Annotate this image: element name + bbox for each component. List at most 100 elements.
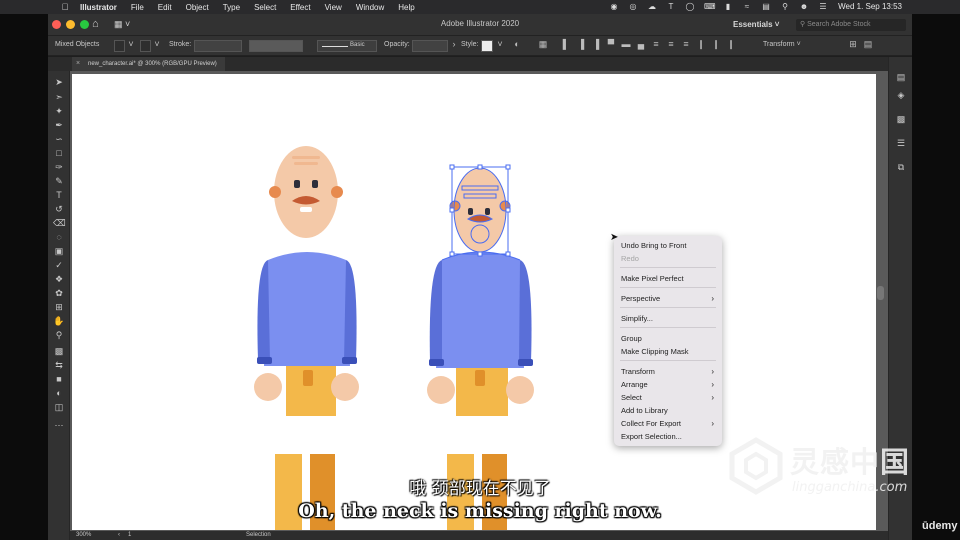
magic-wand-icon[interactable]: ✦ bbox=[53, 105, 65, 117]
apple-icon[interactable]:  bbox=[58, 2, 72, 12]
menu-window[interactable]: Window bbox=[356, 3, 384, 12]
search-icon[interactable]: ⚲ bbox=[780, 3, 790, 11]
artboard-tool-icon[interactable]: ⊞ bbox=[53, 301, 65, 313]
rotate-tool-icon[interactable]: ↺ bbox=[53, 203, 65, 215]
menu-item-simplify[interactable]: Simplify... bbox=[621, 313, 716, 324]
menu-select[interactable]: Select bbox=[254, 3, 276, 12]
properties-panel-icon[interactable]: ▤ bbox=[895, 71, 907, 83]
symbol-sprayer-icon[interactable]: ✿ bbox=[53, 287, 65, 299]
selection-tool-icon[interactable]: ➤ bbox=[53, 76, 65, 88]
align-top-icon[interactable]: ▀ bbox=[606, 39, 616, 51]
close-tab-icon[interactable]: × bbox=[76, 57, 80, 71]
workspace-switcher[interactable]: Essentials ˅ bbox=[733, 20, 779, 29]
record-icon[interactable]: ◉ bbox=[609, 3, 619, 11]
user-icon[interactable]: ☻ bbox=[799, 3, 809, 11]
paintbrush-tool-icon[interactable]: ✑ bbox=[53, 161, 65, 173]
fill-swatch[interactable] bbox=[114, 40, 125, 52]
menu-edit[interactable]: Edit bbox=[158, 3, 172, 12]
document-tab[interactable]: × new_character.ai* @ 300% (RGB/GPU Prev… bbox=[72, 57, 225, 71]
eyedropper-tool-icon[interactable]: ✓ bbox=[53, 259, 65, 271]
stroke-weight-input[interactable] bbox=[194, 40, 242, 52]
stroke-swatch[interactable] bbox=[140, 40, 151, 52]
align-vcenter-icon[interactable]: ▬ bbox=[621, 39, 631, 51]
pathfinder-panel-icon[interactable]: ⧉ bbox=[895, 161, 907, 173]
menu-item-perspective[interactable]: Perspective › bbox=[621, 293, 716, 304]
pen-tool-icon[interactable]: ✒ bbox=[53, 119, 65, 131]
color-mode-icon[interactable]: ■ bbox=[53, 373, 65, 385]
rectangle-tool-icon[interactable]: □ bbox=[53, 147, 65, 159]
opacity-arrow-icon[interactable]: › bbox=[449, 39, 459, 51]
eraser-tool-icon[interactable]: ⌫ bbox=[53, 217, 66, 229]
blend-tool-icon[interactable]: ❖ bbox=[53, 273, 65, 285]
menu-item-export-selection[interactable]: Export Selection... bbox=[621, 431, 716, 442]
brush-definition[interactable]: Basic bbox=[317, 40, 377, 52]
recolor-icon[interactable]: ◐ bbox=[512, 39, 522, 51]
fill-stroke-swatch-icon[interactable]: ▩ bbox=[53, 345, 65, 357]
align-options-icon[interactable]: ▦ bbox=[538, 39, 548, 51]
distribute-left-icon[interactable]: ❙ bbox=[696, 39, 706, 51]
curvature-tool-icon[interactable]: ∽ bbox=[53, 133, 65, 145]
menu-icon[interactable]: ☰ bbox=[818, 3, 828, 11]
menu-help[interactable]: Help bbox=[398, 3, 414, 12]
menu-item-arrange[interactable]: Arrange › bbox=[621, 379, 716, 390]
direct-selection-tool-icon[interactable]: ➣ bbox=[53, 91, 65, 103]
menu-view[interactable]: View bbox=[325, 3, 342, 12]
panel-menu-icon[interactable]: ▤ bbox=[863, 39, 873, 51]
shape-builder-tool-icon[interactable]: ◌ bbox=[53, 231, 65, 243]
wifi-icon[interactable]: ≈ bbox=[742, 3, 752, 11]
distribute-vcenter-icon[interactable]: ≡ bbox=[666, 39, 676, 51]
align-panel-icon[interactable]: ☰ bbox=[895, 137, 907, 149]
gradient-tool-icon[interactable]: ▣ bbox=[53, 245, 65, 257]
menu-app[interactable]: Illustrator bbox=[80, 3, 117, 12]
distribute-right-icon[interactable]: ❙ bbox=[726, 39, 736, 51]
menu-item-select[interactable]: Select › bbox=[621, 392, 716, 403]
distribute-top-icon[interactable]: ≡ bbox=[651, 39, 661, 51]
align-bottom-icon[interactable]: ▄ bbox=[636, 39, 646, 51]
layers-panel-icon[interactable]: ◈ bbox=[895, 89, 907, 101]
artboard-nav-icon[interactable]: ‹ bbox=[118, 532, 120, 538]
character-left[interactable] bbox=[254, 146, 359, 530]
pencil-tool-icon[interactable]: ✎ bbox=[53, 175, 65, 187]
menu-file[interactable]: File bbox=[131, 3, 144, 12]
hand-tool-icon[interactable]: ✋ bbox=[53, 315, 65, 327]
creative-cloud-icon[interactable]: ◎ bbox=[628, 3, 638, 11]
menu-item-make-pixel-perfect[interactable]: Make Pixel Perfect bbox=[621, 273, 716, 284]
text-icon[interactable]: T bbox=[666, 3, 676, 11]
menu-type[interactable]: Type bbox=[223, 3, 240, 12]
style-swatch[interactable] bbox=[481, 40, 493, 52]
variable-width-profile[interactable] bbox=[249, 40, 303, 52]
cloud-icon[interactable]: ☁ bbox=[647, 3, 657, 11]
align-left-icon[interactable]: ▌ bbox=[561, 39, 571, 51]
control-center-icon[interactable]: ▤ bbox=[761, 3, 771, 11]
align-right-icon[interactable]: ▐ bbox=[591, 39, 601, 51]
vertical-scrollbar[interactable] bbox=[877, 286, 884, 300]
isolate-icon[interactable]: ⊞ bbox=[848, 39, 858, 51]
zoom-tool-icon[interactable]: ⚲ bbox=[53, 329, 65, 341]
style-dropdown-icon[interactable]: ˅ bbox=[495, 39, 505, 51]
stroke-dropdown-icon[interactable]: ˅ bbox=[152, 39, 162, 51]
type-tool-icon[interactable]: T bbox=[53, 189, 65, 201]
draw-mode-icon[interactable]: ◐ bbox=[53, 387, 65, 399]
menu-object[interactable]: Object bbox=[186, 3, 209, 12]
artboard-number[interactable]: 1 bbox=[128, 532, 131, 538]
distribute-hcenter-icon[interactable]: ❙ bbox=[711, 39, 721, 51]
menu-effect[interactable]: Effect bbox=[290, 3, 310, 12]
menu-item-undo-bring-to-front[interactable]: Undo Bring to Front bbox=[621, 240, 716, 251]
zoom-level[interactable]: 300% bbox=[76, 532, 91, 538]
menu-item-group[interactable]: Group bbox=[621, 333, 716, 344]
edit-toolbar-icon[interactable]: ⋯ bbox=[53, 419, 65, 431]
screen-mode-icon[interactable]: ◫ bbox=[53, 401, 65, 413]
menu-item-collect-for-export[interactable]: Collect For Export › bbox=[621, 418, 716, 429]
circle-icon[interactable]: ◯ bbox=[685, 3, 695, 11]
swap-colors-icon[interactable]: ⇆ bbox=[53, 359, 65, 371]
battery-icon[interactable]: ▮ bbox=[723, 3, 733, 11]
opacity-input[interactable] bbox=[412, 40, 448, 52]
stock-search-input[interactable]: ⚲ Search Adobe Stock bbox=[796, 19, 906, 31]
menu-item-transform[interactable]: Transform › bbox=[621, 366, 716, 377]
keyboard-icon[interactable]: ⌨ bbox=[704, 3, 716, 11]
menu-item-add-to-library[interactable]: Add to Library bbox=[621, 405, 716, 416]
distribute-bottom-icon[interactable]: ≡ bbox=[681, 39, 691, 51]
libraries-panel-icon[interactable]: ▩ bbox=[895, 113, 907, 125]
menu-item-make-clipping-mask[interactable]: Make Clipping Mask bbox=[621, 346, 716, 357]
transform-link[interactable]: Transform ˅ bbox=[763, 41, 801, 48]
